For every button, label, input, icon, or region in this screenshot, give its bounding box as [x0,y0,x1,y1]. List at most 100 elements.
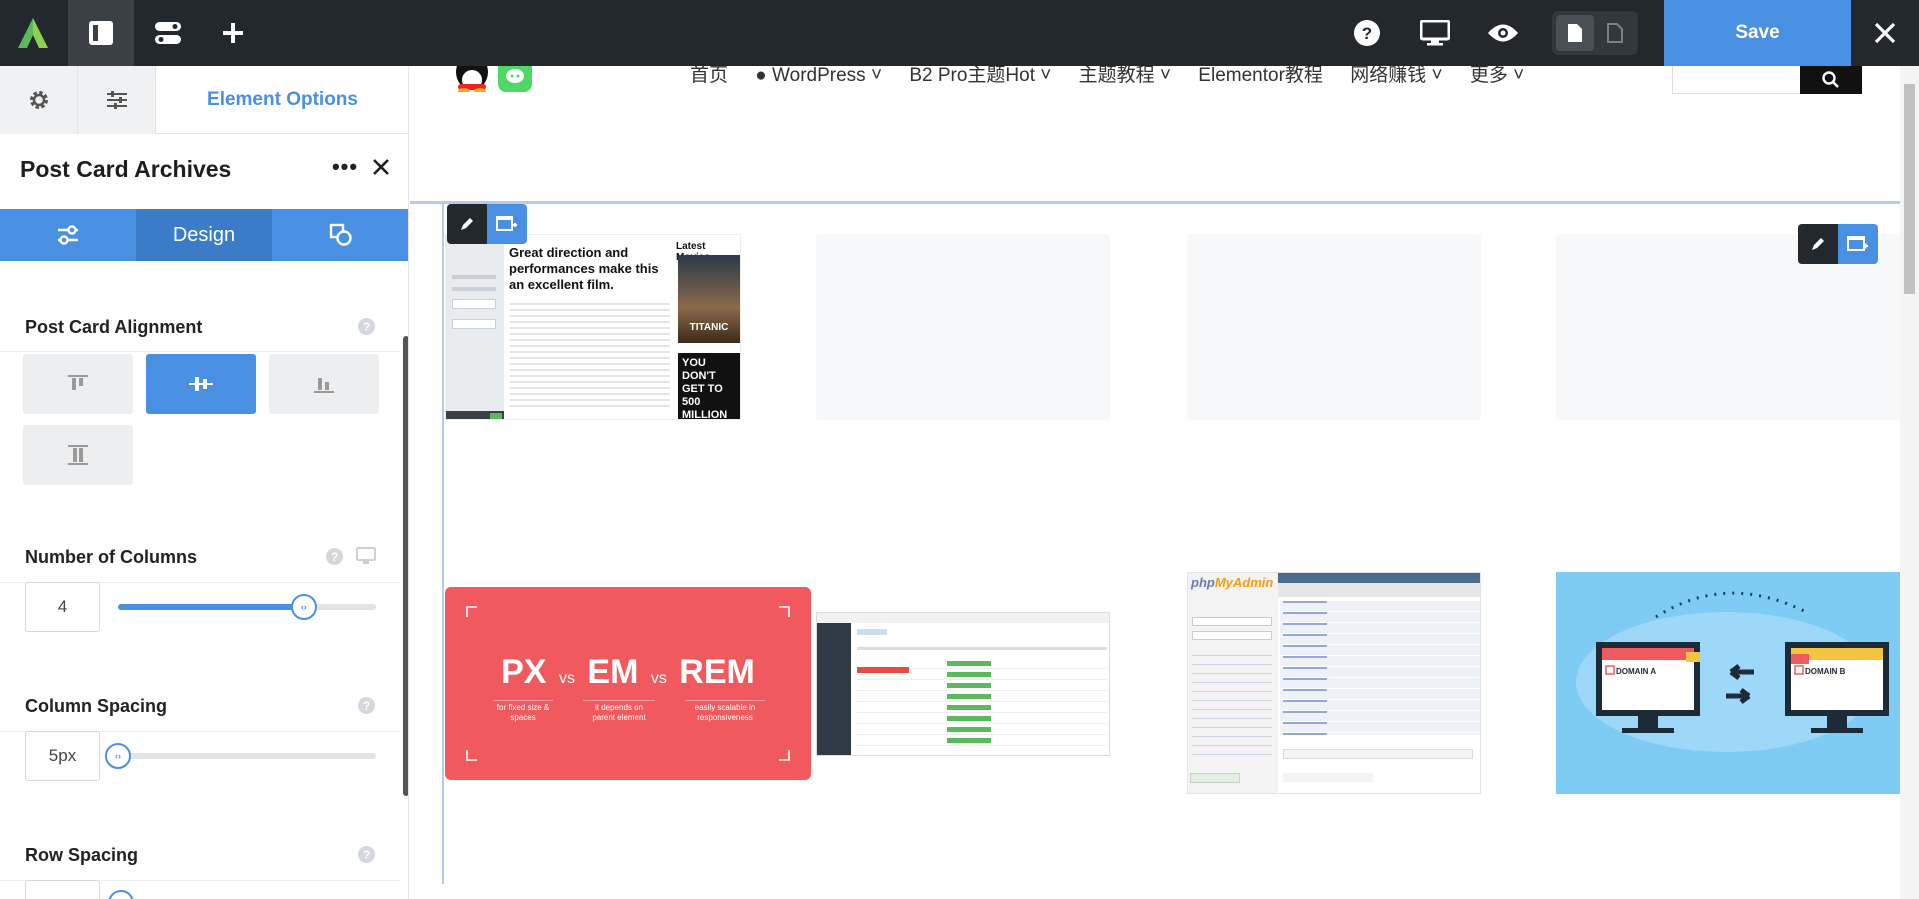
thumb-line [452,275,496,279]
nav-item[interactable]: ● WordPress ˅ [755,66,882,86]
thumb-tab [857,629,887,635]
px-label: PX [501,653,547,691]
nav-item[interactable]: 更多 ˅ [1470,66,1524,86]
sidebar-tabs: Element Options [0,66,408,134]
desktop-icon[interactable] [1410,0,1460,66]
layout-icon[interactable] [68,0,134,66]
eye-icon[interactable] [1478,0,1528,66]
card-edit-tools [447,204,527,244]
px-subtitle: for fixed size & spaces [493,700,553,723]
help-icon[interactable]: ? [1342,0,1392,66]
row-spacing-input[interactable] [25,880,100,899]
nav-item[interactable]: B2 Pro主题Hot ˅ [909,66,1051,86]
help-icon[interactable]: ? [358,697,375,714]
card-headline: Great direction and performances make th… [509,245,659,292]
pma-select [1192,631,1272,640]
plus-icon[interactable] [200,0,266,66]
tab-design[interactable]: Design [136,209,272,261]
help-icon[interactable]: ? [358,318,375,335]
nav-item[interactable]: 网络赚钱 ˅ [1350,66,1442,86]
editor-canvas: 首页 ● WordPress ˅ B2 Pro主题Hot ˅ 主题教程 ˅ El… [410,66,1919,899]
wechat-logo-icon[interactable] [498,66,532,92]
section-outline-left [442,204,444,884]
thumb-progress-bars [947,661,991,749]
nav-item[interactable]: Elementor教程 [1198,66,1323,86]
qq-logo-icon[interactable] [452,66,492,94]
pencil-icon[interactable] [447,204,487,244]
toggles-icon[interactable] [135,0,201,66]
panel-title: Post Card Archives [20,156,232,182]
thumb-admin-sidebar [817,623,851,755]
myadmin-text: MyAdmin [1214,575,1274,590]
panel-sub-tabs: Design [0,209,408,261]
search-icon[interactable] [1800,66,1862,94]
align-center-button[interactable] [146,354,256,414]
align-center-icon [189,377,213,391]
gear-icon[interactable] [0,66,78,134]
more-options-icon[interactable]: ••• [330,152,360,182]
number-of-columns-label: Number of Columns [25,547,198,567]
tab-advanced[interactable] [272,209,408,261]
canvas-scrollbar-thumb[interactable] [1904,84,1915,294]
page-mode-toggle [1552,11,1638,55]
align-bottom-icon [314,378,334,393]
sidebar-scroll-area: Post Card Alignment ? Number of Columns … [0,261,408,899]
add-section-icon[interactable] [1838,224,1878,264]
close-panel-icon[interactable] [366,152,396,182]
post-card[interactable] [816,612,1110,756]
thumb-save [490,413,502,419]
post-card-placeholder[interactable] [816,234,1110,420]
post-card[interactable]: DOMAIN A DOMAIN B [1556,572,1900,794]
tab-element-options[interactable]: Element Options [156,66,408,134]
element-options-sidebar: Element Options Post Card Archives ••• D… [0,66,409,899]
sidebar-scrollbar[interactable] [403,336,408,796]
page-icon[interactable] [1556,15,1594,51]
post-card-placeholder[interactable] [1187,234,1481,420]
toggle-settings-icon [58,225,78,245]
page-outline-icon[interactable] [1596,15,1634,51]
rem-label: REM [679,653,755,691]
em-label: EM [587,653,639,691]
align-top-button[interactable] [23,354,133,414]
tab-content-settings[interactable] [0,209,136,261]
columns-number-input[interactable]: 4 [25,582,100,632]
help-icon[interactable]: ? [358,846,375,863]
post-card[interactable]: Great direction and performances make th… [445,234,741,420]
column-spacing-slider-thumb[interactable]: ‹› [105,743,131,769]
social-network-poster: YOU DON'T GET TO 500 MILLION [678,353,740,419]
pma-with-selected [1283,749,1473,759]
column-spacing-slider[interactable] [118,753,376,759]
pma-print-view [1283,773,1373,782]
align-stretch-icon [68,445,88,465]
pencil-icon[interactable] [1798,224,1838,264]
post-card[interactable]: phpMyAdmin [1187,572,1481,794]
phpmyadmin-logo: phpMyAdmin [1191,575,1273,590]
post-card[interactable]: PX vs EM vs REM for fixed size & spaces … [445,587,811,780]
thumb-header-row [857,647,1107,650]
thumb-line [452,287,496,291]
pma-tabs [1278,583,1480,597]
columns-slider-thumb[interactable]: ‹› [290,594,317,620]
shapes-icon [329,223,352,246]
align-stretch-button[interactable] [23,425,133,485]
rem-subtitle: easily scalable in responsiveness [685,700,765,723]
pma-table-names [1283,601,1327,735]
save-button[interactable]: Save [1664,0,1851,66]
site-nav-menu: 首页 ● WordPress ˅ B2 Pro主题Hot ˅ 主题教程 ˅ El… [690,66,1546,87]
add-element-icon[interactable] [487,204,527,244]
pma-table-list [1192,647,1272,757]
canvas-scrollbar[interactable] [1900,66,1919,899]
columns-slider[interactable] [118,604,376,610]
sliders-icon[interactable] [78,66,156,134]
column-spacing-input[interactable]: 5px [25,731,100,781]
align-bottom-button[interactable] [269,354,379,414]
php-text: php [1191,575,1215,590]
close-icon[interactable] [1851,0,1919,66]
desktop-device-icon[interactable] [356,547,376,570]
help-icon[interactable]: ? [326,548,343,565]
section-outline [410,201,1900,204]
post-card-alignment-label: Post Card Alignment [25,317,203,337]
nav-item[interactable]: 主题教程 ˅ [1079,66,1171,86]
nav-item[interactable]: 首页 [690,66,728,86]
app-logo-icon[interactable] [0,0,66,66]
